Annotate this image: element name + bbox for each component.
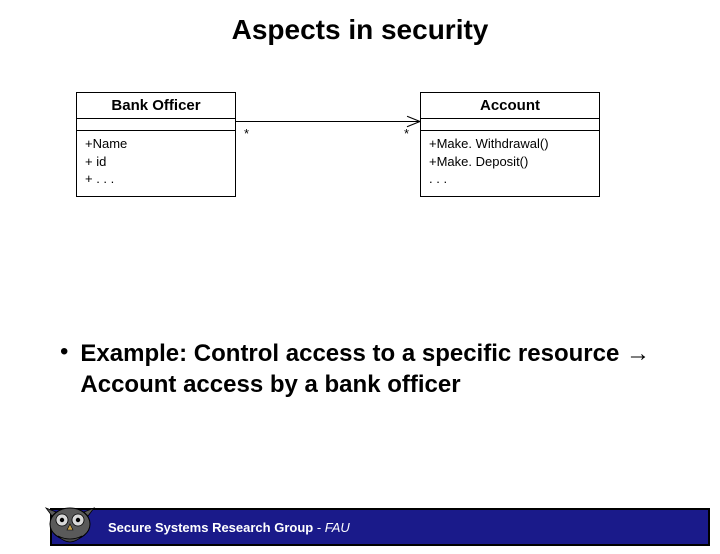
uml-attrs-empty (77, 119, 235, 131)
uml-class-name: Account (421, 93, 599, 119)
footer-text: Secure Systems Research Group - FAU (108, 520, 350, 535)
bullet-text-pre: Example: Control access to a specific re… (80, 340, 626, 367)
multiplicity-left: * (244, 126, 249, 141)
uml-class-name: Bank Officer (77, 93, 235, 119)
footer-group: Secure Systems Research Group (108, 520, 313, 535)
bullet-item: • Example: Control access to a specific … (60, 338, 660, 400)
uml-attrs-empty (421, 119, 599, 131)
uml-class-bank-officer: Bank Officer +Name + id + . . . (76, 92, 236, 197)
arrow-icon: → (626, 340, 650, 367)
uml-class-account: Account +Make. Withdrawal() +Make. Depos… (420, 92, 600, 197)
bullet-text-post: Account access by a bank officer (80, 371, 460, 398)
multiplicity-right: * (404, 126, 409, 141)
footer-org: FAU (325, 520, 350, 535)
slide-title: Aspects in security (0, 14, 720, 46)
footer-sep: - (313, 520, 325, 535)
owl-logo-icon (42, 502, 98, 552)
bullet-text: Example: Control access to a specific re… (80, 338, 660, 400)
bullet-list: • Example: Control access to a specific … (60, 338, 660, 400)
footer-bar: Secure Systems Research Group - FAU (50, 508, 710, 546)
uml-ops: +Make. Withdrawal() +Make. Deposit() . .… (421, 131, 599, 196)
uml-ops: +Name + id + . . . (77, 131, 235, 196)
uml-diagram: Bank Officer +Name + id + . . . Account … (0, 74, 720, 284)
bullet-marker-icon: • (60, 338, 68, 366)
association-line (236, 121, 420, 122)
